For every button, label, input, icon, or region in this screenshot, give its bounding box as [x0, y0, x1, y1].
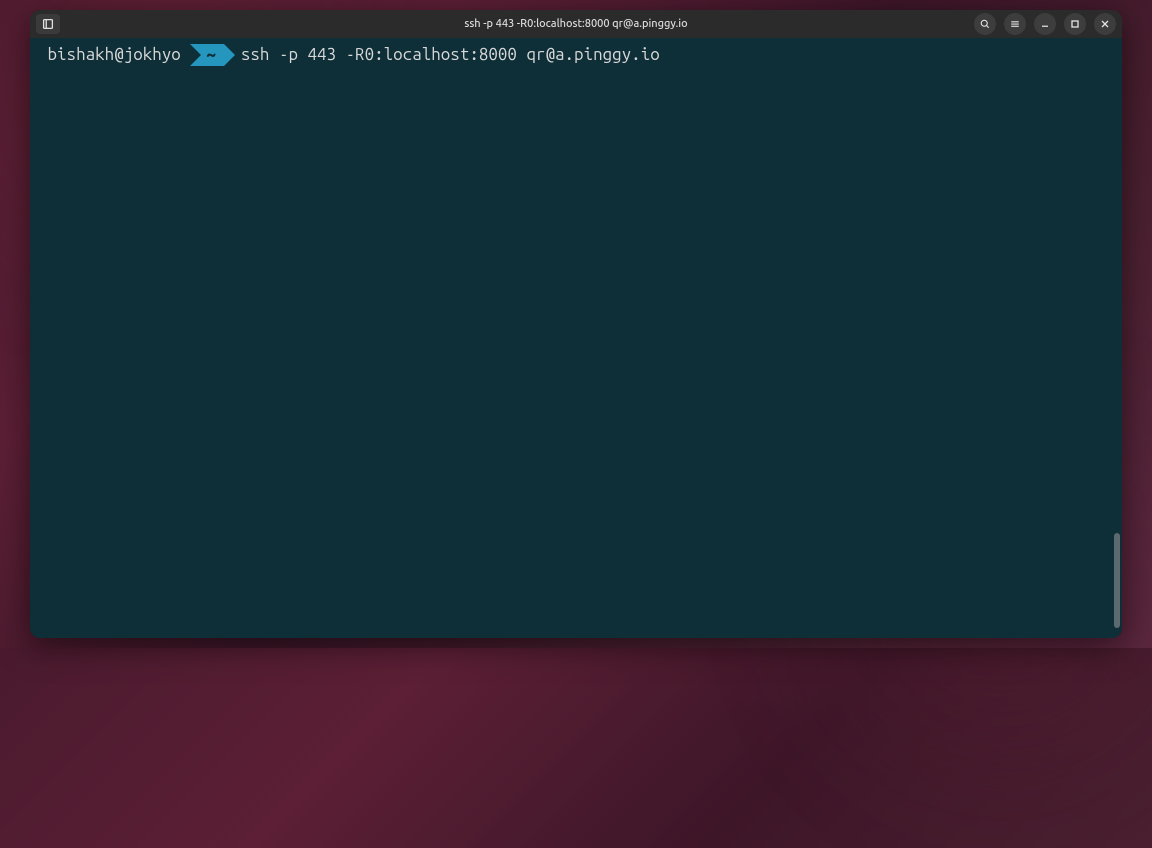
- close-icon: [1099, 18, 1111, 30]
- terminal-body[interactable]: bishakh@jokhyo ~ ssh -p 443 -R0:localhos…: [30, 38, 1122, 638]
- scrollbar-thumb[interactable]: [1114, 533, 1120, 628]
- window-title: ssh -p 443 -R0:localhost:8000 qr@a.pingg…: [464, 18, 687, 30]
- maximize-icon: [1069, 18, 1081, 30]
- prompt-path-segment: ~: [190, 44, 235, 66]
- search-button[interactable]: [974, 13, 996, 35]
- window-controls: [974, 13, 1116, 35]
- terminal-window: ssh -p 443 -R0:localhost:8000 qr@a.pingg…: [30, 10, 1122, 638]
- hamburger-icon: [1009, 18, 1021, 30]
- prompt-user-host: bishakh@jokhyo: [38, 44, 190, 67]
- menu-button[interactable]: [1004, 13, 1026, 35]
- chevron-right-icon: [224, 44, 235, 66]
- minimize-icon: [1039, 18, 1051, 30]
- new-tab-icon: [41, 17, 55, 31]
- search-icon: [979, 18, 991, 30]
- minimize-button[interactable]: [1034, 13, 1056, 35]
- command-text: ssh -p 443 -R0:localhost:8000 qr@a.pingg…: [235, 44, 660, 67]
- new-tab-button[interactable]: [36, 14, 60, 34]
- chevron-right-icon: [190, 44, 201, 66]
- close-button[interactable]: [1094, 13, 1116, 35]
- terminal-prompt-line: bishakh@jokhyo ~ ssh -p 443 -R0:localhos…: [38, 44, 1114, 67]
- window-titlebar[interactable]: ssh -p 443 -R0:localhost:8000 qr@a.pingg…: [30, 10, 1122, 38]
- prompt-path: ~: [200, 44, 216, 67]
- maximize-button[interactable]: [1064, 13, 1086, 35]
